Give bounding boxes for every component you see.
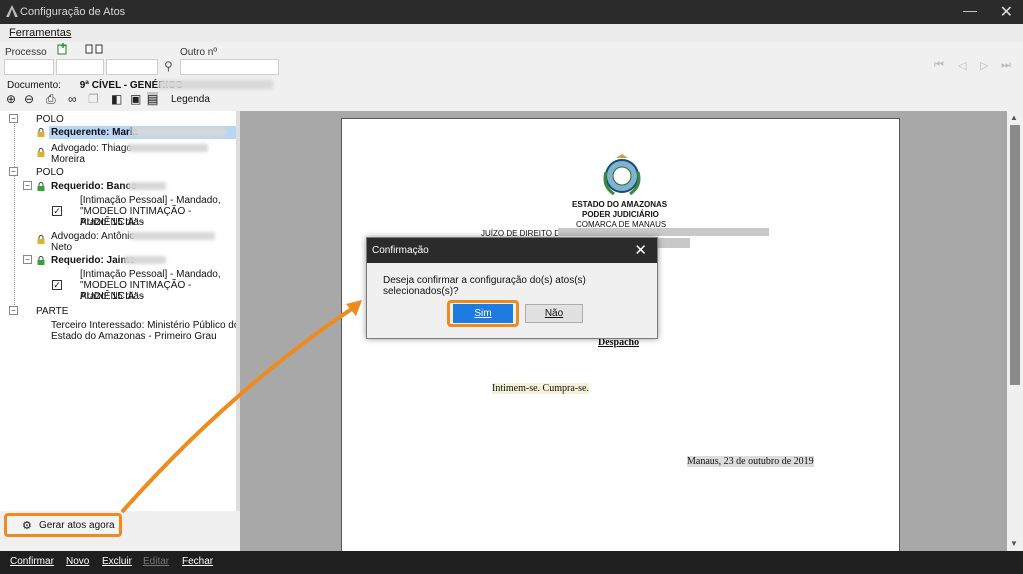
collapse-requerido2[interactable]: − [23, 255, 32, 264]
doc-estado: ESTADO DO AMAZONAS [572, 200, 668, 209]
redacted-name [131, 128, 226, 136]
close-window-button[interactable]: ✕ [1000, 2, 1013, 22]
sim-button[interactable]: Sim [453, 304, 513, 323]
book-icon[interactable] [85, 44, 105, 55]
tree-parte: PARTE [36, 306, 69, 317]
legenda-button[interactable]: Legenda [171, 94, 210, 105]
processo-field-2[interactable] [56, 59, 104, 75]
title-bar: Configuração de Atos — ✕ [0, 0, 1023, 24]
tree-advogado1[interactable]: Advogado: Thiago [51, 143, 132, 154]
tree-requerido2[interactable]: Requerido: Jaime [51, 255, 135, 266]
minimize-button[interactable]: — [963, 2, 977, 18]
binoculars-icon[interactable]: ∞ [68, 92, 77, 106]
gerar-atos-label: Gerar atos agora [39, 520, 115, 531]
redacted-name [130, 232, 215, 240]
documento-label: Documento: [7, 80, 61, 91]
fechar-button[interactable]: Fechar [182, 556, 213, 567]
redacted-name [124, 256, 166, 264]
next-page-icon[interactable]: ▷ [980, 59, 988, 72]
tree-requerente[interactable]: Requerente: Maria [51, 127, 138, 138]
viewer-toolbar: ⊕ ⊖ ⎙ ∞ ❐ ◧ ▣ ▤ Legenda [0, 92, 240, 108]
scroll-down-icon[interactable]: ▼ [1010, 539, 1018, 548]
processo-field-1[interactable] [4, 59, 54, 75]
editar-button[interactable]: Editar [143, 556, 169, 567]
viewer-scrollbar[interactable]: ▲ ▼ [1007, 111, 1023, 551]
tree-ato2-c: Prazo: 15 dias [80, 291, 144, 302]
lock-icon [37, 182, 45, 191]
tree-requerido1[interactable]: Requerido: Banco [51, 181, 137, 192]
tree-terceiro-a[interactable]: Terceiro Interessado: Ministério Público… [51, 320, 239, 331]
scroll-thumb[interactable] [1010, 125, 1020, 385]
redacted-name [128, 144, 208, 152]
tree-advogado1-b: Moreira [51, 154, 85, 165]
dialog-close-icon[interactable]: ✕ [634, 241, 647, 259]
confirmar-button[interactable]: Confirmar [10, 556, 54, 567]
tree-line [14, 175, 15, 305]
cog-icon: ⚙ [22, 520, 32, 532]
gerar-atos-button[interactable]: ⚙ Gerar atos agora [4, 513, 122, 537]
processo-field-3[interactable] [106, 59, 158, 75]
confirmation-dialog: Confirmação ✕ Deseja confirmar a configu… [366, 237, 658, 339]
dialog-header: Confirmação ✕ [367, 238, 657, 263]
ato2-checkbox[interactable]: ✓ [52, 280, 62, 290]
documento-line: Documento: 9ª CÍVEL - GENÉRICO [7, 80, 183, 91]
tree-terceiro-b: Estado do Amazonas - Primeiro Grau [51, 331, 217, 342]
tree-polo2: POLO [36, 167, 64, 178]
first-page-icon[interactable]: ⏮ [934, 59, 944, 72]
lock-icon [37, 148, 45, 157]
new-document-icon[interactable] [57, 43, 68, 55]
process-row: Processo Outro nº ⚲ [0, 42, 1023, 78]
collapse-requerido1[interactable]: − [23, 181, 32, 190]
redacted-documento [158, 80, 273, 89]
collapse-polo1[interactable]: − [9, 114, 18, 123]
outro-label: Outro nº [180, 47, 218, 58]
excluir-button[interactable]: Excluir [102, 556, 132, 567]
redacted-juizo [558, 228, 769, 236]
tree-ato1-a: [Intimação Pessoal] - Mandado, [80, 195, 221, 206]
prev-page-icon[interactable]: ◁ [958, 59, 966, 72]
lock-icon [37, 235, 45, 244]
redacted-name [128, 182, 166, 190]
tree-polo1: POLO [36, 114, 64, 125]
lock-icon [37, 128, 45, 137]
doc-date: Manaus, 23 de outubro de 2019 [687, 456, 814, 467]
page-view-icon[interactable]: ▣ [130, 92, 141, 106]
tree-advogado2[interactable]: Advogado: Antônio [51, 231, 135, 242]
bottom-action-bar: Confirmar Novo Excluir Editar Fechar [0, 551, 1023, 574]
ato1-checkbox[interactable]: ✓ [52, 206, 62, 216]
search-icon[interactable]: ⚲ [164, 59, 173, 73]
dialog-title: Confirmação [372, 245, 429, 256]
processo-label: Processo [5, 47, 47, 58]
tree-ato2-a: [Intimação Pessoal] - Mandado, [80, 269, 221, 280]
collapse-parte[interactable]: − [9, 306, 18, 315]
outro-input[interactable] [180, 59, 279, 75]
multi-page-icon[interactable]: ▤ [147, 92, 159, 106]
scroll-up-icon[interactable]: ▲ [1010, 113, 1018, 122]
lock-icon [37, 256, 45, 265]
coat-of-arms-icon [603, 154, 641, 196]
tree-advogado2-b: Neto [51, 242, 73, 253]
last-page-icon[interactable]: ⏭ [1001, 59, 1011, 72]
menu-bar: Ferramentas [0, 24, 1023, 42]
tree-ato1-c: Prazo: 15 dias [80, 217, 144, 228]
nao-button[interactable]: Não [525, 304, 583, 323]
copy-icon[interactable]: ❐ [88, 92, 99, 106]
dialog-message: Deseja confirmar a configuração do(s) at… [383, 275, 586, 297]
zoom-out-icon[interactable]: ⊖ [24, 92, 34, 106]
single-page-icon[interactable]: ◧ [111, 92, 122, 106]
novo-button[interactable]: Novo [66, 556, 89, 567]
zoom-in-icon[interactable]: ⊕ [6, 92, 16, 106]
parties-tree: − POLO Requerente: Maria Advogado: Thiag… [0, 111, 240, 511]
collapse-polo2[interactable]: − [9, 167, 18, 176]
tree-line [14, 121, 15, 171]
doc-poder: PODER JUDICIÁRIO [582, 210, 659, 219]
menu-ferramentas[interactable]: Ferramentas [9, 27, 71, 39]
app-logo-icon [6, 5, 18, 17]
doc-body: Intimem-se. Cumpra-se. [492, 383, 589, 394]
print-icon[interactable]: ⎙ [46, 92, 56, 107]
window-title: Configuração de Atos [20, 6, 126, 18]
